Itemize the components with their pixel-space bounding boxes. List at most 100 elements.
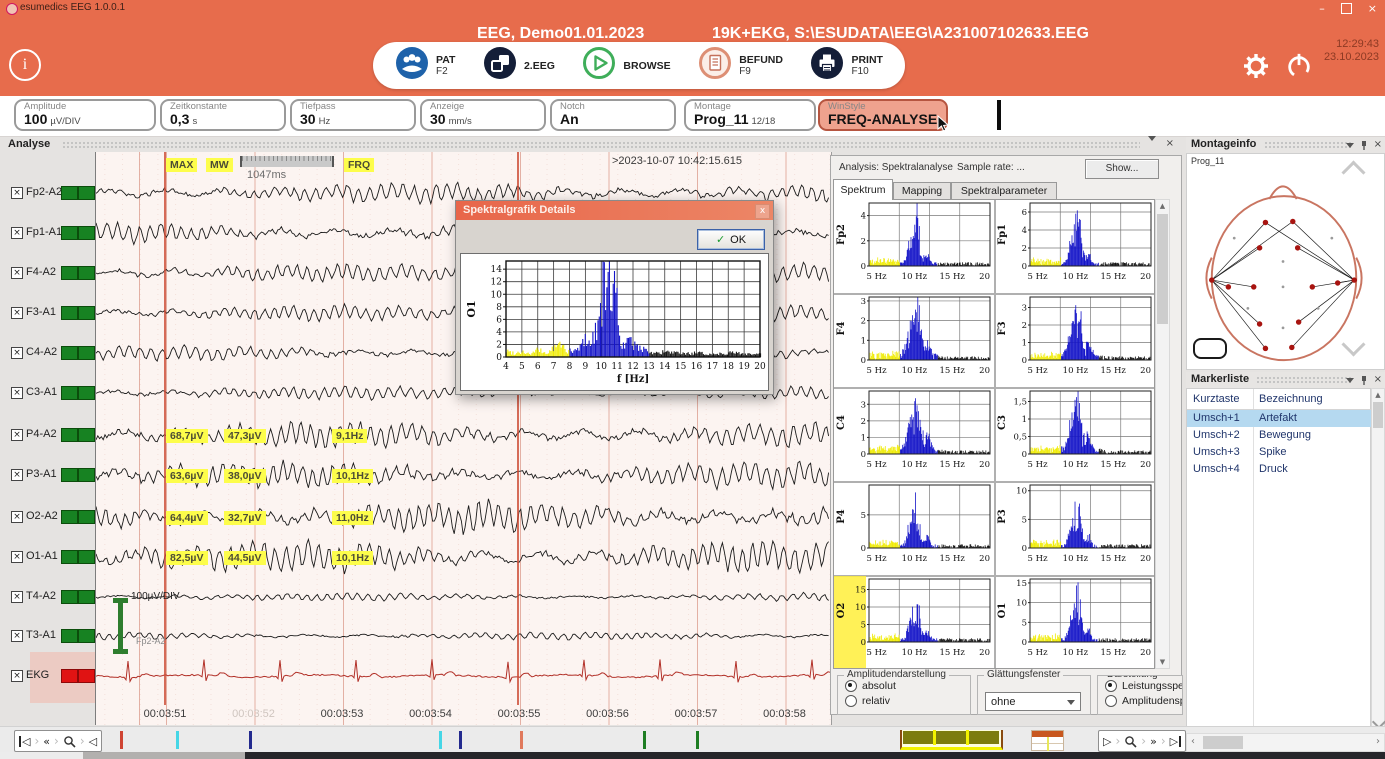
mini-chart-p4[interactable]: 055 Hz10 Hz15 Hz20P4 bbox=[834, 482, 995, 576]
hscroll-thumb[interactable] bbox=[1203, 736, 1243, 749]
show-button[interactable]: Show... bbox=[1085, 159, 1159, 179]
channel-status-square[interactable] bbox=[61, 669, 78, 683]
channel-status-square[interactable] bbox=[61, 428, 78, 442]
toolbar-button-print[interactable]: PRINTF10 bbox=[810, 46, 883, 85]
setting-card-winstyle[interactable]: WinStyleFREQ-ANALYSE bbox=[818, 99, 948, 131]
marker-row-bewegung[interactable]: Umsch+2Bewegung bbox=[1187, 427, 1372, 444]
bottom-bar-scroll-thumb[interactable] bbox=[83, 752, 245, 759]
channel-status-square[interactable] bbox=[61, 226, 78, 240]
setting-card-tiefpass[interactable]: Tiefpass30Hz bbox=[290, 99, 416, 131]
power-icon[interactable] bbox=[1285, 52, 1313, 85]
tab-spektrum[interactable]: Spektrum bbox=[833, 179, 893, 200]
event-marker-tick[interactable] bbox=[520, 731, 523, 749]
gear-icon[interactable] bbox=[1240, 50, 1272, 87]
setting-card-zeitkonstante[interactable]: Zeitkonstante0,3s bbox=[160, 99, 286, 131]
fast-forward-icon[interactable]: » bbox=[1146, 731, 1161, 751]
marker-row-druck[interactable]: Umsch+4Druck bbox=[1187, 461, 1372, 478]
channel-checkbox[interactable]: × bbox=[11, 670, 23, 682]
montage-ref-box[interactable] bbox=[1193, 338, 1227, 359]
scroll-right-arrow[interactable]: › bbox=[1376, 736, 1380, 747]
panel-close-icon[interactable]: × bbox=[1374, 140, 1382, 150]
info-circle-icon[interactable]: i bbox=[9, 49, 41, 81]
page-position-widget[interactable] bbox=[1031, 730, 1064, 751]
radio-option-relativ[interactable]: relativ bbox=[845, 695, 890, 707]
channel-checkbox[interactable]: × bbox=[11, 227, 23, 239]
step-back-icon[interactable]: ◁ bbox=[85, 731, 101, 751]
radio-option-amplitudensp[interactable]: Amplitudensp bbox=[1105, 695, 1183, 707]
channel-status-square[interactable] bbox=[61, 510, 78, 524]
channel-status-square[interactable] bbox=[78, 386, 95, 400]
minimize-button[interactable]: – bbox=[1319, 2, 1325, 15]
event-marker-tick[interactable] bbox=[439, 731, 442, 749]
radio-option-leistungsspek[interactable]: Leistungsspek bbox=[1105, 680, 1183, 692]
panel-menu-icon[interactable] bbox=[1346, 143, 1354, 148]
channel-status-square[interactable] bbox=[78, 468, 95, 482]
channel-status-square[interactable] bbox=[61, 590, 78, 604]
channel-checkbox[interactable]: × bbox=[11, 347, 23, 359]
channel-status-square[interactable] bbox=[61, 386, 78, 400]
setting-card-anzeige[interactable]: Anzeige30mm/s bbox=[420, 99, 546, 131]
channel-status-square[interactable] bbox=[78, 550, 95, 564]
radio-option-absolut[interactable]: absolut bbox=[845, 680, 896, 692]
setting-card-amplitude[interactable]: Amplitude100µV/DIV bbox=[14, 99, 156, 131]
dialog-close-button[interactable]: x bbox=[755, 204, 770, 219]
event-marker-tick[interactable] bbox=[249, 731, 252, 749]
dialog-titlebar[interactable]: Spektralgrafik Details bbox=[456, 201, 773, 220]
zoom-icon[interactable] bbox=[1120, 731, 1141, 751]
pin-icon[interactable] bbox=[1360, 375, 1368, 385]
mini-chart-c4[interactable]: 01235 Hz10 Hz15 Hz20C4 bbox=[834, 388, 995, 482]
channel-checkbox[interactable]: × bbox=[11, 551, 23, 563]
smoothing-select[interactable]: ohne bbox=[985, 692, 1081, 711]
ok-button[interactable]: ✓OK bbox=[697, 229, 765, 250]
event-marker-tick[interactable] bbox=[459, 731, 462, 749]
channel-status-square[interactable] bbox=[61, 468, 78, 482]
zoom-icon[interactable] bbox=[59, 731, 80, 751]
channel-checkbox[interactable]: × bbox=[11, 429, 23, 441]
mini-chart-p3[interactable]: 05105 Hz10 Hz15 Hz20P3 bbox=[995, 482, 1155, 576]
mini-chart-fp2[interactable]: 0245 Hz10 Hz15 Hz20Fp2 bbox=[834, 200, 995, 294]
channel-status-square[interactable] bbox=[61, 306, 78, 320]
channel-status-square[interactable] bbox=[78, 266, 95, 280]
tab-mapping[interactable]: Mapping bbox=[893, 182, 951, 200]
event-marker-tick[interactable] bbox=[643, 731, 646, 749]
mini-chart-c3[interactable]: 00,511,55 Hz10 Hz15 Hz20C3 bbox=[995, 388, 1155, 482]
channel-status-square[interactable] bbox=[78, 629, 95, 643]
channel-status-square[interactable] bbox=[78, 510, 95, 524]
setting-card-notch[interactable]: NotchAn bbox=[550, 99, 676, 131]
channel-status-square[interactable] bbox=[61, 346, 78, 360]
toolbar-button-befund[interactable]: BEFUNDF9 bbox=[698, 46, 783, 85]
channel-status-square[interactable] bbox=[78, 226, 95, 240]
channel-checkbox[interactable]: × bbox=[11, 511, 23, 523]
step-forward-icon[interactable]: ▷ bbox=[1099, 731, 1115, 751]
toolbar-button-browse[interactable]: BROWSE bbox=[582, 46, 670, 85]
tab-spektralparameter[interactable]: Spektralparameter bbox=[951, 182, 1057, 200]
toolbar-button-2eeg[interactable]: 2.EEG bbox=[483, 46, 555, 85]
scroll-left-arrow[interactable]: ‹ bbox=[1191, 736, 1195, 747]
channel-status-square[interactable] bbox=[78, 428, 95, 442]
channel-status-square[interactable] bbox=[61, 550, 78, 564]
charts-scrollbar[interactable]: ▲ ▼ bbox=[1155, 199, 1170, 669]
panel-menu-icon[interactable] bbox=[1346, 378, 1354, 383]
mini-chart-fp1[interactable]: 02465 Hz10 Hz15 Hz20Fp1 bbox=[995, 200, 1155, 294]
fast-back-icon[interactable]: « bbox=[39, 731, 54, 751]
panel-close-icon[interactable]: × bbox=[1374, 375, 1382, 385]
mini-chart-f3[interactable]: 01235 Hz10 Hz15 Hz20F3 bbox=[995, 294, 1155, 388]
mw-marker-chip[interactable]: MW bbox=[206, 158, 233, 172]
event-marker-tick[interactable] bbox=[696, 731, 699, 749]
segment-overview-widget[interactable] bbox=[900, 730, 1003, 750]
channel-status-square[interactable] bbox=[78, 590, 95, 604]
channel-checkbox[interactable]: × bbox=[11, 307, 23, 319]
marker-scrollbar[interactable]: ▲ bbox=[1371, 388, 1385, 730]
mini-chart-o1[interactable]: 0510155 Hz10 Hz15 Hz20O1 bbox=[995, 576, 1155, 669]
channel-status-square[interactable] bbox=[61, 186, 78, 200]
channel-status-square[interactable] bbox=[78, 186, 95, 200]
channel-status-square[interactable] bbox=[61, 266, 78, 280]
channel-status-square[interactable] bbox=[61, 629, 78, 643]
pin-icon[interactable] bbox=[1360, 140, 1368, 150]
channel-status-square[interactable] bbox=[78, 669, 95, 683]
close-button[interactable]: × bbox=[1368, 2, 1377, 15]
channel-checkbox[interactable]: × bbox=[11, 187, 23, 199]
marker-row-artefakt[interactable]: Umsch+1Artefakt bbox=[1187, 410, 1372, 427]
channel-checkbox[interactable]: × bbox=[11, 267, 23, 279]
setting-card-montage[interactable]: MontageProg_1112/18 bbox=[684, 99, 816, 131]
